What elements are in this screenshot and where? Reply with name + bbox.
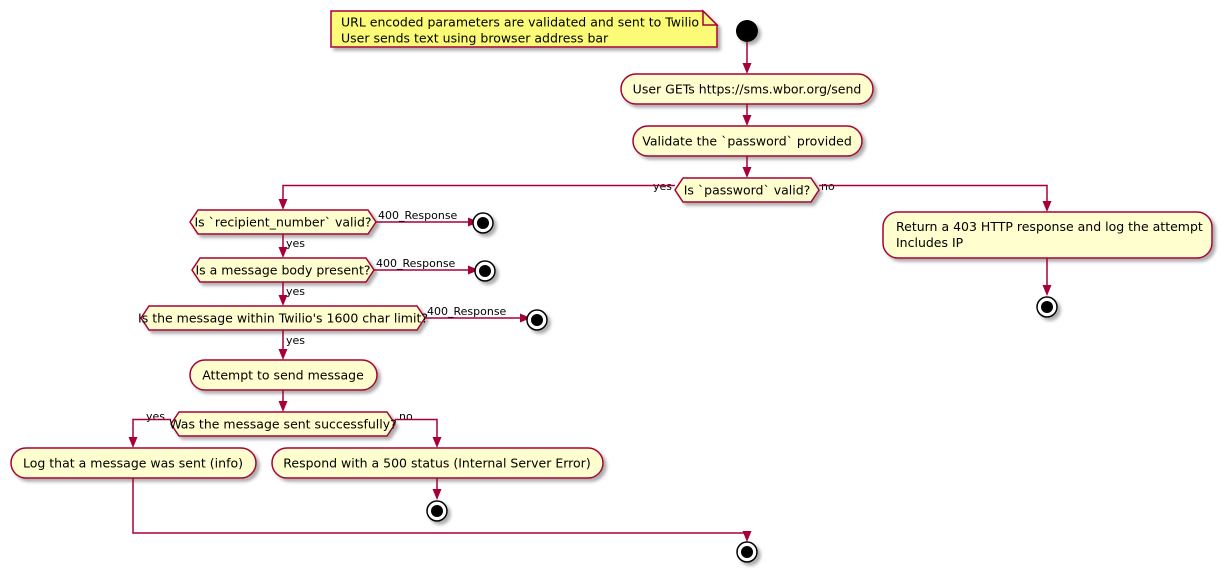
decision-password-valid: Is `password` valid? — [674, 177, 820, 203]
note-line-2: User sends text using browser address ba… — [341, 31, 609, 46]
edge-label-password-no: no — [821, 180, 835, 193]
activity-forbidden-line-1: Return a 403 HTTP response and log the a… — [896, 219, 1203, 234]
edge-start-to-get — [742, 42, 752, 74]
edge-password-yes — [278, 184, 675, 210]
activity-log-sent: Log that a message was sent (info) — [10, 447, 257, 479]
start-node — [736, 20, 758, 42]
activity-server-error-label: Respond with a 500 status (Internal Serv… — [283, 456, 590, 471]
edge-label-recipient-no: 400_Response — [378, 209, 458, 222]
uml-activity-diagram: URL encoded parameters are validated and… — [10, 9, 1213, 563]
activity-user-gets-label: User GETs https://sms.wbor.org/send — [633, 82, 862, 97]
end-node-server-error — [426, 500, 448, 522]
edge-label-sent-yes: yes — [146, 410, 165, 423]
decision-recipient-valid-label: Is `recipient_number` valid? — [194, 215, 371, 230]
edge-label-recipient-yes: yes — [286, 237, 305, 250]
end-node-limit-400 — [526, 309, 548, 331]
note-parameters: URL encoded parameters are validated and… — [330, 9, 719, 48]
edge-label-sent-no: no — [399, 410, 413, 423]
end-node-recipient-400 — [472, 212, 494, 234]
activity-forbidden-line-2: Includes IP — [896, 235, 964, 250]
decision-body-present: Is a message body present? — [191, 257, 375, 283]
edge-label-body-no: 400_Response — [376, 257, 456, 270]
activity-attempt-send: Attempt to send message — [189, 359, 378, 391]
end-node-body-400 — [474, 260, 496, 282]
decision-sent-successfully: Was the message sent successfully? — [169, 411, 397, 437]
decision-recipient-valid: Is `recipient_number` valid? — [189, 209, 377, 235]
edge-label-limit-no: 400_Response — [427, 305, 507, 318]
activity-validate-password: Validate the `password` provided — [632, 125, 863, 157]
activity-validate-password-label: Validate the `password` provided — [642, 134, 852, 149]
edge-sent-yes — [128, 418, 171, 448]
end-node-forbidden — [1036, 296, 1058, 318]
decision-char-limit: Is the message within Twilio's 1600 char… — [138, 305, 428, 331]
decision-char-limit-label: Is the message within Twilio's 1600 char… — [138, 311, 428, 326]
edge-password-no — [819, 184, 1052, 212]
decision-password-valid-label: Is `password` valid? — [684, 183, 811, 198]
activity-forbidden-response: Return a 403 HTTP response and log the a… — [882, 211, 1213, 259]
activity-server-error: Respond with a 500 status (Internal Serv… — [271, 447, 604, 479]
activity-diagram-canvas: URL encoded parameters are validated and… — [0, 0, 1222, 573]
decision-sent-successfully-label: Was the message sent successfully? — [169, 417, 397, 432]
note-line-1: URL encoded parameters are validated and… — [341, 15, 699, 30]
edge-label-body-yes: yes — [286, 285, 305, 298]
edge-sent-no — [395, 418, 442, 448]
activity-user-gets: User GETs https://sms.wbor.org/send — [620, 73, 874, 105]
edge-server-error-to-end — [432, 478, 442, 500]
edge-attempt-to-sent — [278, 390, 288, 412]
edge-forbidden-to-end — [1042, 258, 1052, 296]
activity-attempt-send-label: Attempt to send message — [202, 368, 364, 383]
edge-label-password-yes: yes — [653, 180, 672, 193]
decision-body-present-label: Is a message body present? — [196, 263, 371, 278]
end-node-final — [736, 541, 758, 563]
edge-validate-to-decision — [742, 156, 752, 178]
activity-log-sent-label: Log that a message was sent (info) — [23, 456, 243, 471]
edge-get-to-validate — [742, 104, 752, 126]
edge-label-limit-yes: yes — [286, 334, 305, 347]
